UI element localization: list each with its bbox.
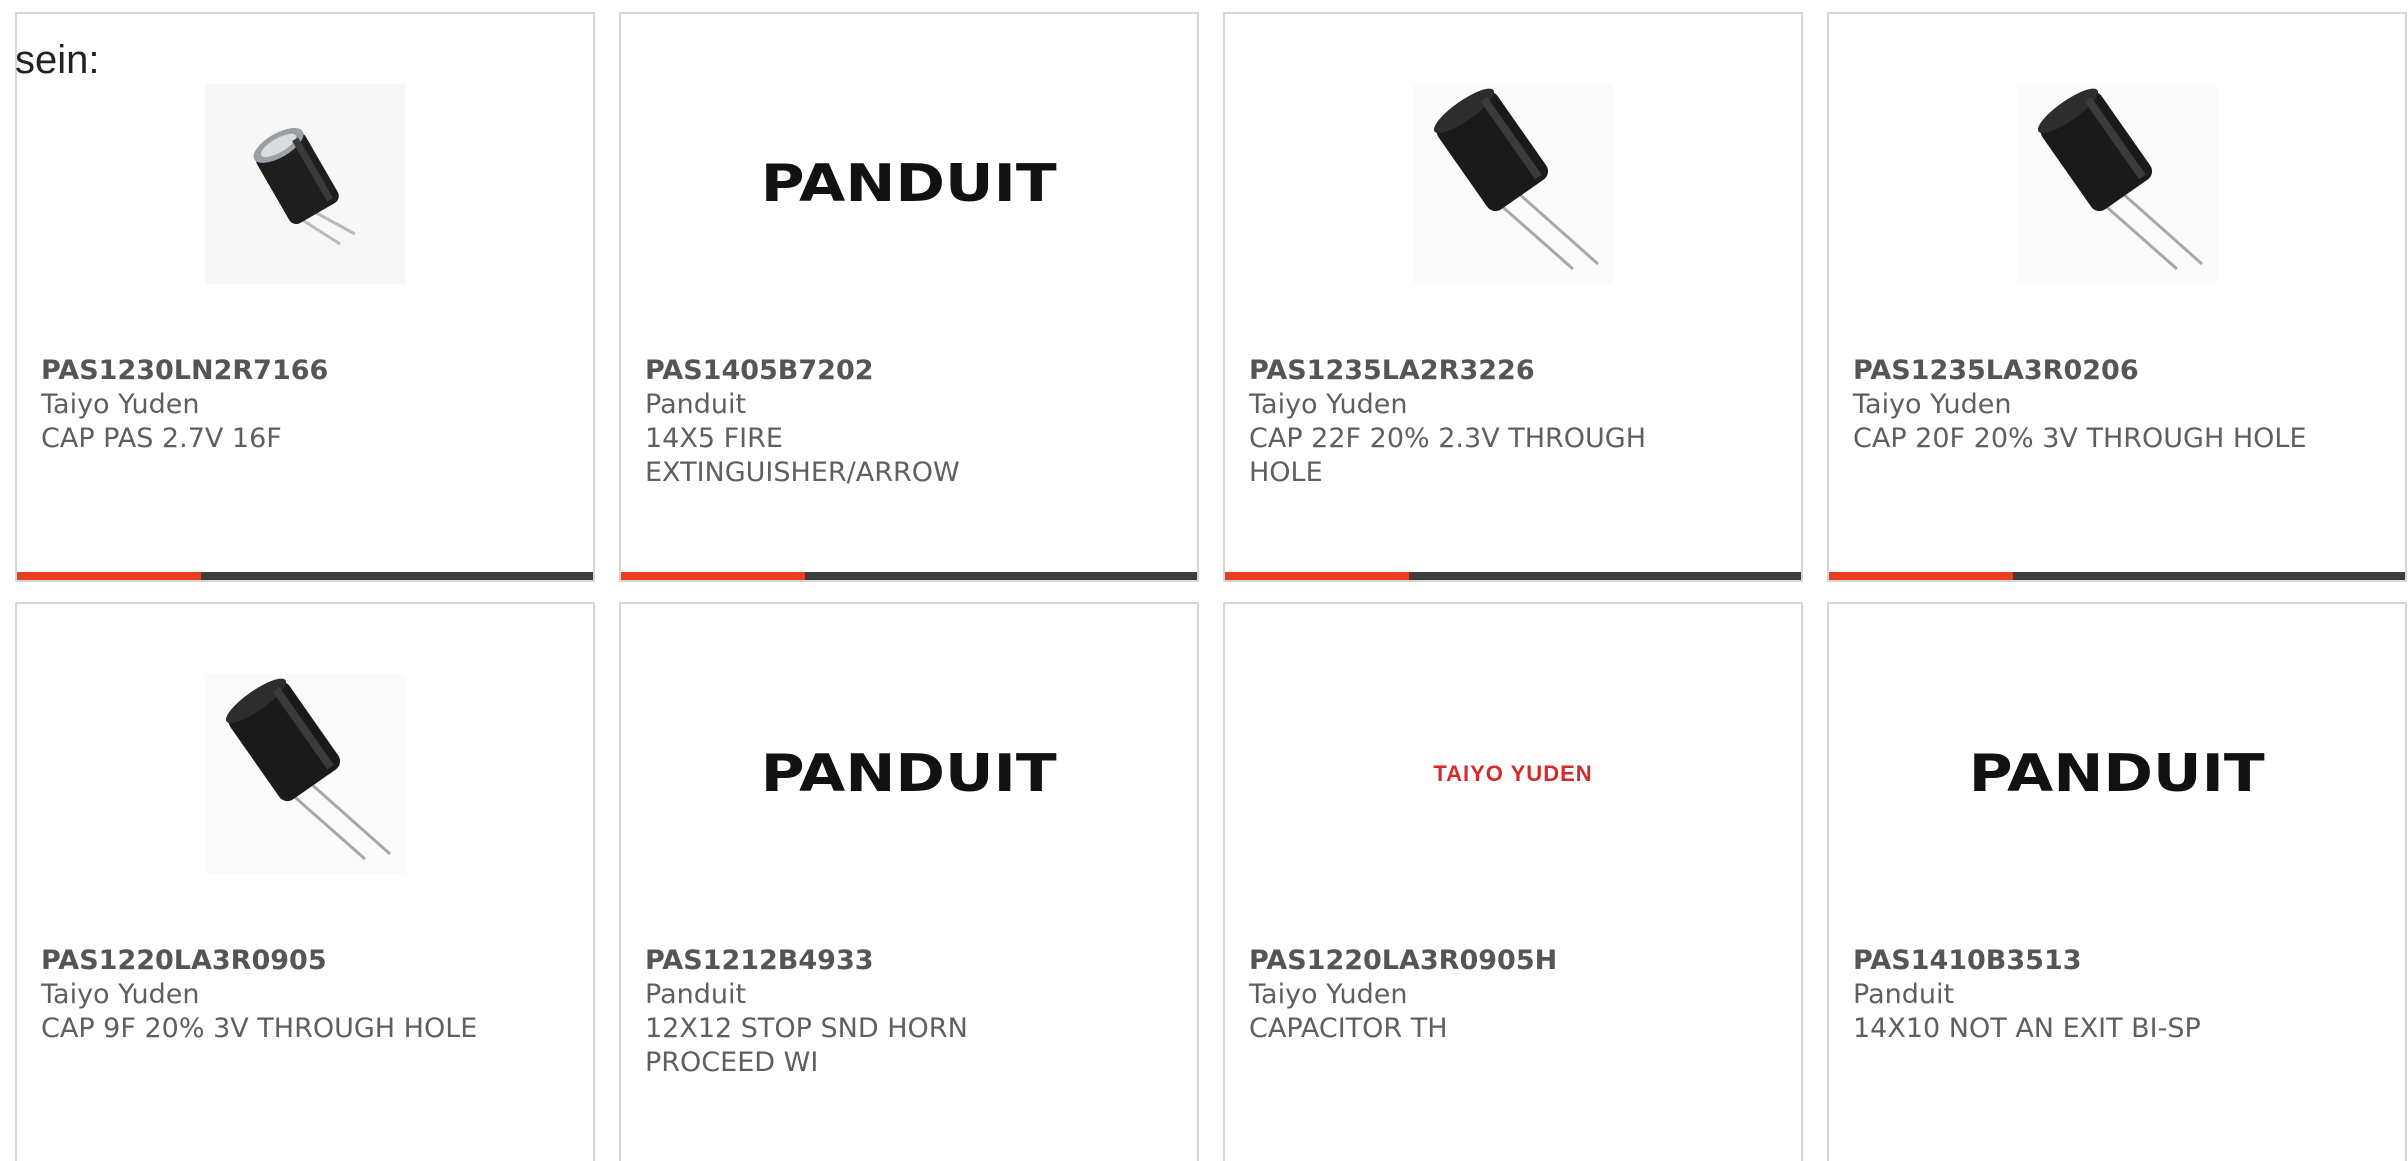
product-card[interactable]: PANDUIT PAS1212B4933 Panduit 12X12 STOP …	[619, 602, 1199, 1161]
part-number[interactable]: PAS1235LA2R3226	[1249, 354, 1777, 388]
product-card[interactable]: PANDUIT PAS1405B7202 Panduit 14X5 FIRE E…	[619, 12, 1199, 582]
part-number[interactable]: PAS1410B3513	[1853, 944, 2381, 978]
capacitor-image	[1413, 84, 1613, 284]
product-card[interactable]: TAIYO YUDEN PAS1220LA3R0905H Taiyo Yuden…	[1223, 602, 1803, 1161]
description: CAP 22F 20% 2.3V THROUGH HOLE	[1249, 423, 1647, 488]
manufacturer: Taiyo Yuden	[41, 389, 200, 420]
panduit-logo: PANDUIT	[761, 744, 1057, 804]
product-image[interactable]	[1829, 84, 2405, 284]
part-number[interactable]: PAS1220LA3R0905H	[1249, 944, 1777, 978]
description: CAP 9F 20% 3V THROUGH HOLE	[41, 1013, 478, 1044]
part-number[interactable]: PAS1405B7202	[645, 354, 1173, 388]
progress-bar	[621, 572, 1197, 580]
progress-bar	[1829, 572, 2405, 580]
description: CAPACITOR TH	[1249, 1013, 1448, 1044]
capacitor-image	[2017, 84, 2217, 284]
panduit-logo: PANDUIT	[1969, 744, 2265, 804]
description: CAP PAS 2.7V 16F	[41, 423, 282, 454]
product-image[interactable]: PANDUIT	[1829, 674, 2405, 874]
part-number[interactable]: PAS1230LN2R7166	[41, 354, 569, 388]
manufacturer: Panduit	[645, 389, 747, 420]
product-card[interactable]: PAS1235LA3R0206 Taiyo Yuden CAP 20F 20% …	[1827, 12, 2407, 582]
manufacturer: Panduit	[1853, 979, 1955, 1010]
product-image[interactable]	[1225, 84, 1801, 284]
manufacturer: Panduit	[645, 979, 747, 1010]
manufacturer: Taiyo Yuden	[41, 979, 200, 1010]
part-number[interactable]: PAS1235LA3R0206	[1853, 354, 2381, 388]
product-card[interactable]: PAS1235LA2R3226 Taiyo Yuden CAP 22F 20% …	[1223, 12, 1803, 582]
capacitor-image	[205, 674, 405, 874]
description: 14X5 FIRE EXTINGUISHER/ARROW	[645, 423, 960, 488]
manufacturer: Taiyo Yuden	[1249, 389, 1408, 420]
capacitor-image	[205, 84, 405, 284]
taiyo-yuden-logo: TAIYO YUDEN	[1433, 761, 1593, 786]
product-card[interactable]: PAS1230LN2R7166 Taiyo Yuden CAP PAS 2.7V…	[15, 12, 595, 582]
description: 12X12 STOP SND HORN PROCEED WI	[645, 1013, 968, 1078]
panduit-logo: PANDUIT	[761, 154, 1057, 214]
part-number[interactable]: PAS1220LA3R0905	[41, 944, 569, 978]
progress-bar	[17, 572, 593, 580]
product-image[interactable]: PANDUIT	[621, 84, 1197, 284]
description: 14X10 NOT AN EXIT BI-SP	[1853, 1013, 2201, 1044]
part-number[interactable]: PAS1212B4933	[645, 944, 1173, 978]
manufacturer: Taiyo Yuden	[1853, 389, 2012, 420]
product-image[interactable]: TAIYO YUDEN	[1225, 674, 1801, 874]
product-image[interactable]	[17, 84, 593, 284]
product-card[interactable]: PANDUIT PAS1410B3513 Panduit 14X10 NOT A…	[1827, 602, 2407, 1161]
progress-bar	[1225, 572, 1801, 580]
manufacturer: Taiyo Yuden	[1249, 979, 1408, 1010]
product-image[interactable]	[17, 674, 593, 874]
description: CAP 20F 20% 3V THROUGH HOLE	[1853, 423, 2307, 454]
product-card[interactable]: PAS1220LA3R0905 Taiyo Yuden CAP 9F 20% 3…	[15, 602, 595, 1161]
intro-text: sein:	[15, 38, 100, 82]
product-image[interactable]: PANDUIT	[621, 674, 1197, 874]
